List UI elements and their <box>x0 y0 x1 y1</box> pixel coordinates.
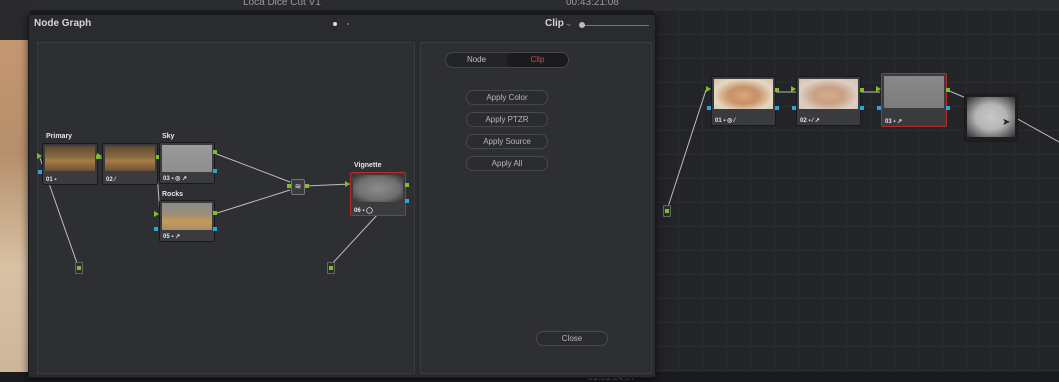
node-02[interactable]: 02 ⁄ <box>102 143 158 185</box>
apply-ptzr-button[interactable]: Apply PTZR <box>466 112 548 127</box>
node-05-label: 05 ▪ ↗ <box>163 234 181 240</box>
mixer-input[interactable] <box>287 184 291 188</box>
source-node-right[interactable] <box>327 262 335 274</box>
node-02-thumbnail <box>105 146 155 171</box>
tab-clip[interactable]: Clip <box>507 53 568 67</box>
node-06-input[interactable] <box>345 181 350 187</box>
node-02-label: 02 ⁄ <box>106 177 116 183</box>
node-01-key-input[interactable] <box>38 170 42 174</box>
layer-mixer-node[interactable]: ≋ <box>291 179 305 195</box>
node-06-title: Vignette <box>354 162 382 169</box>
source-node-left[interactable] <box>75 262 83 274</box>
tab-node[interactable]: Node <box>446 53 507 67</box>
node-06-label: 06 ▪ ◯ <box>354 208 373 214</box>
node-05-input[interactable] <box>154 211 159 217</box>
node-clip-toggle[interactable]: Node Clip <box>445 52 569 68</box>
node-03[interactable]: 03 ▪ ◎ ↗ <box>159 142 215 184</box>
node-05-title: Rocks <box>162 191 184 198</box>
node-05-thumbnail <box>162 203 212 230</box>
node-03-label: 03 ▪ ◎ ↗ <box>163 176 188 182</box>
node-03-thumbnail <box>162 145 212 172</box>
apply-source-button[interactable]: Apply Source <box>466 134 548 149</box>
node-05-key-input[interactable] <box>154 227 158 231</box>
apply-all-button[interactable]: Apply All <box>466 156 548 171</box>
node-01-label: 01 ▪ <box>46 177 57 183</box>
node-05[interactable]: 05 ▪ ↗ <box>159 200 215 242</box>
node-03-output[interactable] <box>213 150 217 154</box>
node-01-input[interactable] <box>37 153 42 159</box>
apply-color-button[interactable]: Apply Color <box>466 90 548 105</box>
node-03-key-output[interactable] <box>213 169 217 173</box>
node-01[interactable]: 01 ▪ <box>42 143 98 185</box>
node-06[interactable]: 06 ▪ ◯ <box>350 172 406 216</box>
node-06-key-output[interactable] <box>405 199 409 203</box>
node-05-output[interactable] <box>213 211 217 215</box>
node-01-title: Primary <box>46 133 73 140</box>
node-06-output[interactable] <box>405 183 409 187</box>
node-01-thumbnail <box>45 146 95 171</box>
close-button[interactable]: Close <box>536 331 608 346</box>
node-02-input[interactable] <box>97 153 102 159</box>
node-06-thumbnail <box>353 175 403 202</box>
node-05-key-output[interactable] <box>213 227 217 231</box>
node-03-title: Sky <box>162 133 175 140</box>
mixer-output[interactable] <box>305 184 309 188</box>
